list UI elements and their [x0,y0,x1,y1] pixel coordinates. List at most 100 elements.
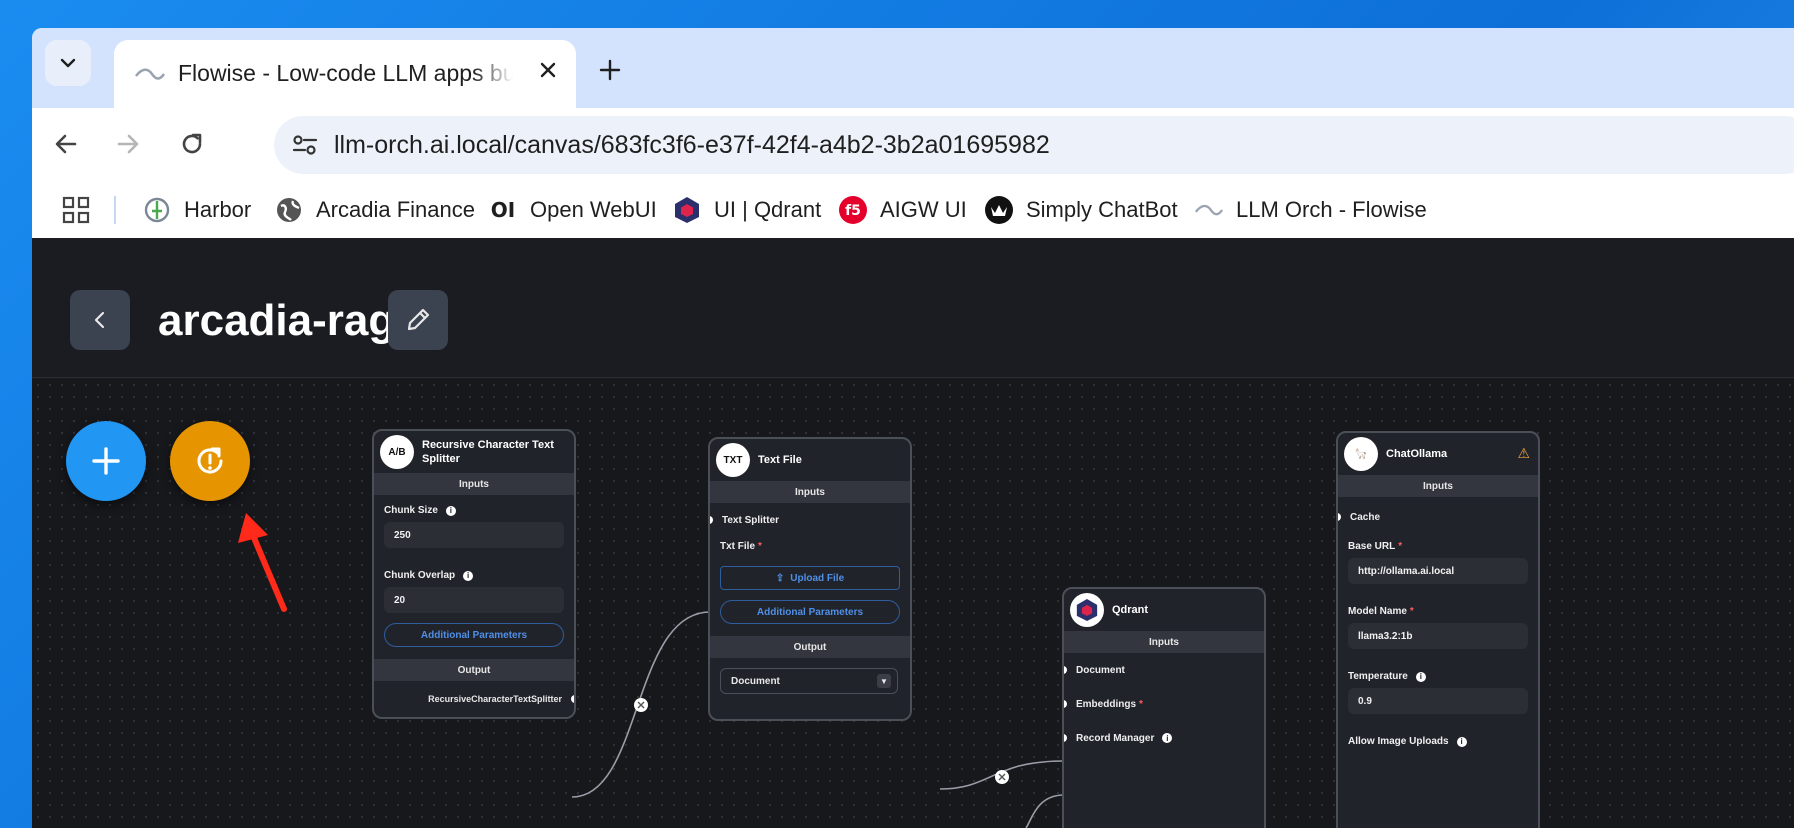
pencil-icon [407,308,430,331]
bookmarks-bar: Harbor Arcadia Finance OI Open WebUI UI … [32,182,1794,238]
chunk-overlap-input[interactable]: 20 [384,587,564,613]
flowise-icon [1194,195,1224,225]
tab-close-icon[interactable] [532,54,564,86]
bookmark-aigw-ui[interactable]: f5 AIGW UI [838,190,967,230]
edit-title-button[interactable] [388,290,448,350]
bookmark-label: Arcadia Finance [316,197,475,222]
base-url-label: Base URL [1348,541,1396,552]
node-title: Text File [758,454,802,466]
txt-file-label: Txt File [720,541,756,552]
text-splitter-label: Text Splitter [722,514,780,526]
allow-image-uploads-label: Allow Image Uploads [1348,736,1449,747]
bookmarks-separator [114,196,116,224]
chunk-size-label: Chunk Size [384,505,438,516]
edge-to-qdrant-embeddings [1025,794,1065,828]
bookmark-label: Open WebUI [530,197,657,222]
chatbot-icon [984,195,1014,225]
node-title: ChatOllama [1386,448,1448,460]
field-label: Allow Image Uploads i [1348,736,1538,747]
model-name-label: Model Name [1348,606,1407,617]
upload-icon: ⇪ [775,572,785,584]
back-nav-button[interactable] [46,124,86,164]
input-handle[interactable] [1064,666,1067,674]
output-select[interactable]: Document ▼ [720,668,898,694]
additional-parameters-button[interactable]: Additional Parameters [384,623,564,647]
sync-alert-icon [197,447,223,474]
warning-icon[interactable]: ⚠ [1517,445,1530,462]
red-arrow-annotation [238,513,287,612]
inputs-section-bar: Inputs [710,481,910,503]
output-select-value: Document [731,675,780,687]
info-icon[interactable]: i [1415,671,1426,682]
new-tab-button[interactable] [594,54,626,86]
bookmark-open-webui[interactable]: OI Open WebUI [488,190,657,230]
info-icon[interactable]: i [445,505,456,516]
input-handle[interactable] [1338,513,1341,521]
tab-strip: Flowise - Low-code LLM apps builder [32,28,1794,108]
node-header: TXT Text File [710,439,910,481]
reload-button[interactable] [172,124,212,164]
f5-icon: f5 [838,195,868,225]
input-handle[interactable] [1064,700,1067,708]
node-title: Qdrant [1112,604,1149,616]
site-info-icon[interactable] [288,128,322,162]
node-qdrant[interactable]: Qdrant Inputs Document Embeddings * Recor… [1062,587,1266,828]
bookmark-arcadia-finance[interactable]: Arcadia Finance [274,190,475,230]
ollama-icon: 🦙 [1344,437,1378,471]
field-label: Txt File * [720,541,910,552]
svg-text:f5: f5 [845,203,861,219]
base-url-input[interactable]: http://ollama.ai.local [1348,558,1528,584]
flow-title: arcadia-rag [158,296,396,345]
required-marker: * [1139,698,1143,710]
tab-flowise[interactable]: Flowise - Low-code LLM apps builder [114,40,576,108]
text-file-icon: TXT [716,443,750,477]
node-title: Recursive Character Text Splitter [422,439,554,465]
address-bar[interactable]: llm-orch.ai.local/canvas/683fc3f6-e37f-4… [274,116,1794,174]
qdrant-node-icon [1070,593,1104,627]
reload-icon [182,133,202,154]
sync-nodes-button[interactable] [170,421,250,501]
model-name-input[interactable]: llama3.2:1b [1348,623,1528,649]
splitter-icon: A/B [380,435,414,469]
embeddings-anchor: Embeddings * [1064,687,1264,721]
forward-nav-button[interactable] [108,124,148,164]
info-icon[interactable]: i [1162,733,1173,743]
back-button[interactable] [70,290,130,350]
upload-file-button[interactable]: ⇪ Upload File [720,566,900,590]
node-recursive-text-splitter[interactable]: A/B Recursive Character Text Splitter In… [372,429,576,719]
inputs-section-bar: Inputs [1064,631,1264,653]
record-manager-label: Record Manager [1076,732,1155,744]
chunk-size-input[interactable]: 250 [384,522,564,548]
input-handle[interactable] [710,516,713,524]
output-label: RecursiveCharacterTextSplitter [428,694,562,704]
arrow-left-icon [55,134,77,154]
apps-grid-icon[interactable] [62,196,90,224]
additional-parameters-button[interactable]: Additional Parameters [720,600,900,624]
add-node-button[interactable] [66,421,146,501]
bookmark-qdrant[interactable]: UI | Qdrant [672,190,821,230]
flow-canvas[interactable]: A/B Recursive Character Text Splitter In… [32,379,1794,828]
globe-icon [274,195,304,225]
field-label: Chunk Size i [384,505,574,516]
info-icon[interactable]: i [1456,736,1467,747]
plus-icon [599,59,621,81]
bookmark-label: UI | Qdrant [714,197,822,222]
bookmark-harbor[interactable]: Harbor [142,190,251,230]
temperature-input[interactable]: 0.9 [1348,688,1528,714]
input-handle[interactable] [1064,734,1067,742]
flowise-app: arcadia-rag A/B Recursive Character Text… [32,238,1794,828]
node-text-file[interactable]: TXT Text File Inputs Text Splitter Txt F… [708,437,912,721]
node-header: 🦙 ChatOllama ⚠ [1338,433,1538,475]
cache-anchor: Cache [1338,497,1538,537]
bookmark-simply-chatbot[interactable]: Simply ChatBot [984,190,1178,230]
field-label: Chunk Overlap i [384,570,574,581]
bookmark-llm-orch-flowise[interactable]: LLM Orch - Flowise [1194,190,1427,230]
embeddings-label: Embeddings [1076,698,1137,710]
output-handle[interactable] [571,695,574,703]
field-label: Temperature i [1348,671,1538,682]
node-chat-ollama[interactable]: 🦙 ChatOllama ⚠ Inputs Cache Base URL * ht… [1336,431,1540,828]
chevron-left-icon [94,311,105,329]
bookmark-label: Harbor [184,197,252,222]
info-icon[interactable]: i [463,570,474,581]
tab-search-button[interactable] [45,40,91,86]
